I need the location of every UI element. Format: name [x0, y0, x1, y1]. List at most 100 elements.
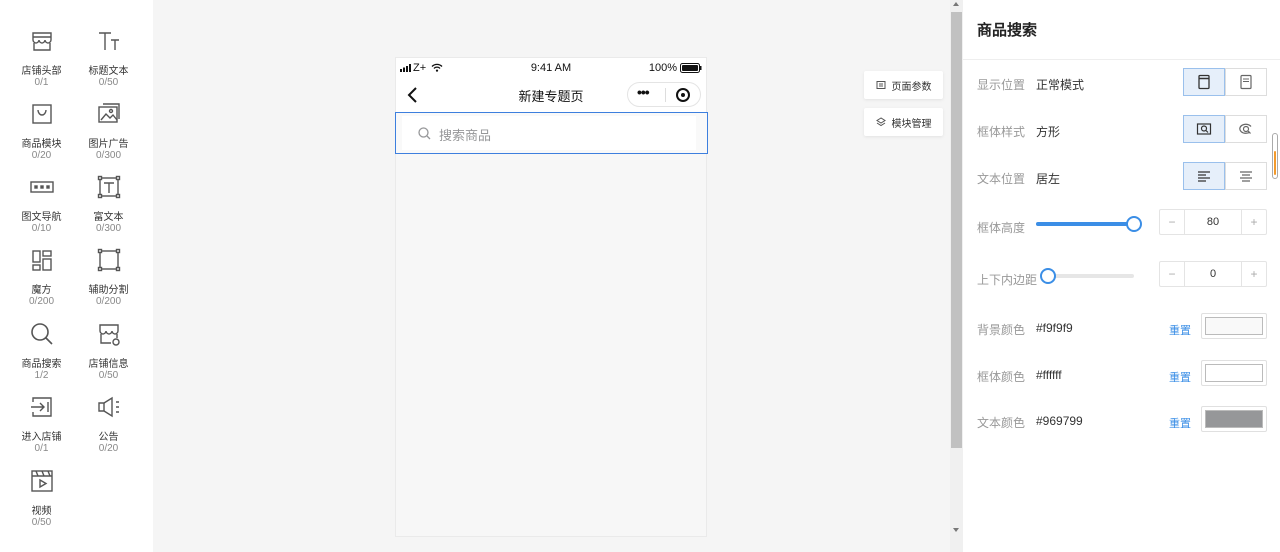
text-color-row: 文本颜色 #969799 重置 — [977, 406, 1267, 436]
bg-color-row: 背景颜色 #f9f9f9 重置 — [977, 313, 1267, 343]
frame-height-input[interactable]: 80 — [1184, 210, 1242, 234]
text-position-row: 文本位置 居左 — [977, 162, 1267, 192]
frame-color-picker[interactable] — [1201, 360, 1267, 386]
fixed-mode-icon — [1240, 74, 1252, 90]
comp-goods-search[interactable]: 商品搜索 1/2 — [5, 307, 78, 381]
comp-label: 视频 — [31, 506, 52, 517]
bg-color-reset-link[interactable]: 重置 — [1169, 322, 1191, 338]
image-ad-icon — [96, 101, 122, 127]
comp-divider[interactable]: 辅助分割 0/200 — [72, 233, 145, 307]
capsule-separator — [665, 88, 666, 102]
page-icon — [876, 81, 885, 89]
rich-text-icon — [96, 174, 122, 200]
search-placeholder: 搜索商品 — [439, 128, 492, 143]
align-center-option[interactable] — [1225, 162, 1267, 190]
comp-rich-text[interactable]: 富文本 0/300 — [72, 160, 145, 234]
comp-shop-header[interactable]: 店铺头部 0/1 — [5, 14, 78, 88]
scroll-down-arrow-icon[interactable] — [953, 528, 959, 532]
bg-color-picker[interactable] — [1201, 313, 1267, 339]
layers-icon — [875, 117, 886, 127]
phone-nav-bar: 新建专题页 ••• — [396, 78, 706, 112]
frame-style-row: 框体样式 方形 — [977, 115, 1267, 145]
comp-count: 0/200 — [28, 296, 55, 307]
square-search-icon — [1196, 123, 1212, 135]
fixed-mode-option[interactable] — [1225, 68, 1267, 96]
comp-label: 进入店铺 — [21, 432, 62, 443]
padding-row: 上下内边距 − 0 + — [977, 261, 1267, 293]
comp-count: 0/200 — [95, 296, 122, 307]
comp-label: 标题文本 — [88, 66, 129, 77]
frame-style-value: 方形 — [1036, 125, 1061, 139]
comp-goods-module[interactable]: 商品模块 0/20 — [5, 87, 78, 161]
comp-image-text-nav[interactable]: 图文导航 0/10 — [5, 160, 78, 234]
increment-button[interactable]: + — [1242, 262, 1266, 286]
battery-indicator: 100% — [649, 62, 702, 74]
bg-color-value: #f9f9f9 — [1036, 321, 1073, 335]
search-module-selected[interactable]: 搜索商品 — [395, 112, 708, 154]
search-icon — [29, 321, 55, 347]
video-icon — [29, 468, 55, 494]
comp-label: 公告 — [98, 432, 119, 443]
comp-notice[interactable]: 公告 0/20 — [72, 380, 145, 454]
slider-knob[interactable] — [1126, 216, 1142, 232]
frame-color-value: #ffffff — [1036, 368, 1062, 382]
shop-info-icon — [96, 321, 122, 347]
align-center-icon — [1240, 171, 1252, 182]
frame-color-row: 框体颜色 #ffffff 重置 — [977, 360, 1267, 390]
comp-video[interactable]: 视频 0/50 — [5, 454, 78, 528]
display-position-toggle — [1183, 68, 1267, 98]
normal-mode-option[interactable] — [1183, 68, 1225, 96]
module-manage-label: 模块管理 — [891, 118, 932, 130]
text-color-reset-link[interactable]: 重置 — [1169, 415, 1191, 431]
comp-label: 富文本 — [93, 212, 124, 223]
frame-color-reset-link[interactable]: 重置 — [1169, 369, 1191, 385]
comp-enter-shop[interactable]: 进入店铺 0/1 — [5, 380, 78, 454]
decrement-button[interactable]: − — [1160, 210, 1184, 234]
title-text-icon — [96, 28, 122, 54]
canvas-scrollbar[interactable] — [950, 0, 963, 552]
align-left-icon — [1198, 171, 1210, 182]
text-color-swatch — [1205, 410, 1263, 428]
scroll-indicator-thumb — [1274, 151, 1276, 175]
frame-height-slider[interactable] — [1036, 216, 1142, 232]
panel-title: 商品搜索 — [977, 22, 1038, 39]
miniprogram-capsule[interactable]: ••• — [627, 82, 701, 107]
more-dots-icon[interactable]: ••• — [637, 84, 650, 100]
comp-title-text[interactable]: 标题文本 0/50 — [72, 14, 145, 88]
divider-icon — [96, 247, 122, 273]
round-style-option[interactable] — [1225, 115, 1267, 143]
frame-height-row: 框体高度 − 80 + — [977, 209, 1267, 241]
comp-magic-cube[interactable]: 魔方 0/200 — [5, 233, 78, 307]
comp-shop-info[interactable]: 店铺信息 0/50 — [72, 307, 145, 381]
slider-track — [1048, 274, 1134, 278]
battery-icon — [680, 63, 702, 73]
comp-image-ad[interactable]: 图片广告 0/300 — [72, 87, 145, 161]
component-palette: 店铺头部 0/1 标题文本 0/50 商品模块 0/20 图片广告 0/300 … — [0, 0, 153, 552]
slider-knob[interactable] — [1040, 268, 1056, 284]
comp-label: 商品搜索 — [21, 359, 62, 370]
padding-input[interactable]: 0 — [1184, 262, 1242, 286]
page-params-button[interactable]: 页面参数 — [864, 71, 943, 99]
frame-style-toggle — [1183, 115, 1267, 145]
padding-slider[interactable] — [1040, 268, 1134, 284]
image-text-nav-icon — [29, 174, 55, 200]
goods-module-icon — [29, 101, 55, 127]
comp-label: 辅助分割 — [88, 285, 129, 296]
text-color-picker[interactable] — [1201, 406, 1267, 432]
search-box[interactable]: 搜索商品 — [402, 116, 696, 150]
module-manage-button[interactable]: 模块管理 — [864, 108, 943, 136]
scroll-up-arrow-icon[interactable] — [953, 2, 959, 6]
square-style-option[interactable] — [1183, 115, 1225, 143]
increment-button[interactable]: + — [1242, 210, 1266, 234]
notice-icon — [96, 394, 122, 420]
align-left-option[interactable] — [1183, 162, 1225, 190]
bg-color-swatch — [1205, 317, 1263, 335]
text-color-label: 文本颜色 — [977, 416, 1026, 430]
comp-count: 0/50 — [31, 517, 52, 528]
close-target-icon[interactable] — [676, 88, 690, 102]
browser-scroll-indicator[interactable] — [1272, 133, 1278, 179]
decrement-button[interactable]: − — [1160, 262, 1184, 286]
comp-label: 图片广告 — [88, 139, 129, 150]
frame-color-label: 框体颜色 — [977, 370, 1026, 384]
scrollbar-thumb[interactable] — [951, 12, 962, 448]
